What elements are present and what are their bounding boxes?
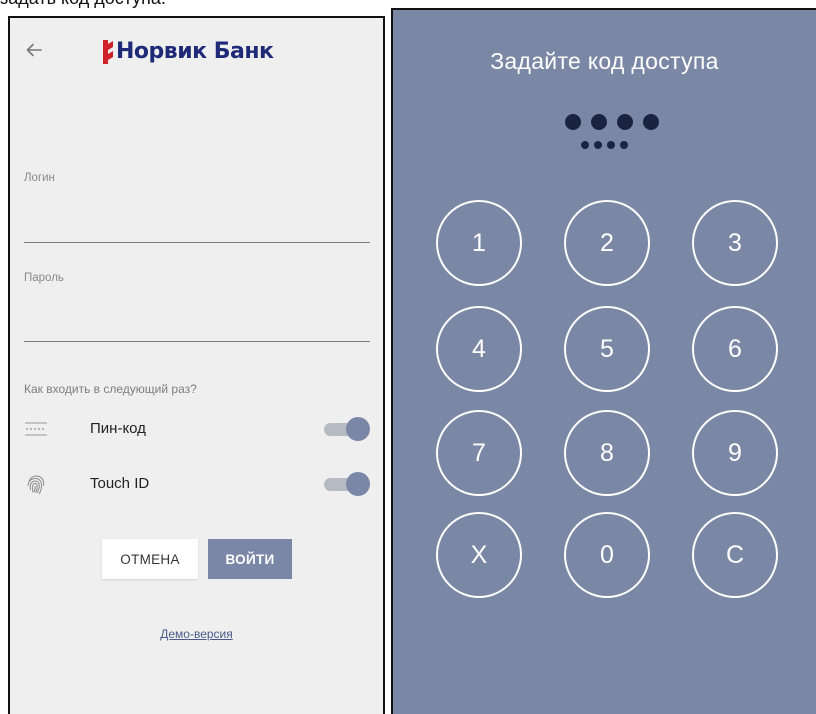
toggle-knob bbox=[346, 417, 370, 441]
login-button[interactable]: ВОЙТИ bbox=[208, 539, 292, 579]
keypad-key-8[interactable]: 8 bbox=[564, 410, 650, 496]
keypad-key-c[interactable]: C bbox=[692, 512, 778, 598]
caption-text: задать код доступа. bbox=[0, 0, 166, 8]
password-input[interactable] bbox=[24, 341, 370, 342]
login-input[interactable] bbox=[24, 242, 370, 243]
pin-title: Задайте код доступа bbox=[490, 48, 719, 74]
pin-dot-small bbox=[594, 141, 602, 149]
keypad-key-6[interactable]: 6 bbox=[692, 306, 778, 392]
option-touch-id-row: Touch ID bbox=[24, 469, 370, 499]
pin-dot-small bbox=[620, 141, 628, 149]
logo-text: Норвик Банк bbox=[116, 39, 274, 64]
login-screen: Норвик Банк Логин Пароль Как входить в с… bbox=[8, 16, 385, 714]
pin-dots-secondary bbox=[581, 141, 641, 151]
pin-dot bbox=[617, 114, 633, 130]
bank-logo: Норвик Банк bbox=[102, 38, 274, 66]
pin-dot-small bbox=[581, 141, 589, 149]
demo-version-link[interactable]: Демо-версия bbox=[10, 627, 383, 641]
option-pin-label: Пин-код bbox=[90, 420, 146, 437]
keypad-key-5[interactable]: 5 bbox=[564, 306, 650, 392]
keypad-key-x[interactable]: X bbox=[436, 512, 522, 598]
pin-toggle[interactable] bbox=[324, 417, 370, 441]
keypad-key-7[interactable]: 7 bbox=[436, 410, 522, 496]
keypad-key-2[interactable]: 2 bbox=[564, 200, 650, 286]
option-pin-row: Пин-код bbox=[24, 414, 370, 444]
keypad-key-3[interactable]: 3 bbox=[692, 200, 778, 286]
pin-dots-icon bbox=[24, 418, 48, 440]
option-touch-id-label: Touch ID bbox=[90, 475, 150, 492]
cancel-button[interactable]: ОТМЕНА bbox=[102, 539, 198, 579]
next-time-label: Как входить в следующий раз? bbox=[24, 382, 197, 396]
login-field-label: Логин bbox=[24, 172, 55, 184]
keypad-key-4[interactable]: 4 bbox=[436, 306, 522, 392]
keypad-key-1[interactable]: 1 bbox=[436, 200, 522, 286]
pin-dot bbox=[591, 114, 607, 130]
logo-mark-icon bbox=[103, 40, 113, 64]
keypad-key-9[interactable]: 9 bbox=[692, 410, 778, 496]
pin-dot-small bbox=[607, 141, 615, 149]
toggle-knob bbox=[346, 472, 370, 496]
password-field-label: Пароль bbox=[24, 272, 64, 284]
back-arrow-icon[interactable] bbox=[24, 40, 44, 60]
fingerprint-icon bbox=[24, 473, 48, 495]
touch-id-toggle[interactable] bbox=[324, 472, 370, 496]
pin-dot bbox=[565, 114, 581, 130]
pin-setup-screen: Задайте код доступа 123 456 789 X0C bbox=[391, 8, 816, 714]
pin-dots-indicator bbox=[565, 114, 665, 132]
pin-dot bbox=[643, 114, 659, 130]
keypad-key-0[interactable]: 0 bbox=[564, 512, 650, 598]
